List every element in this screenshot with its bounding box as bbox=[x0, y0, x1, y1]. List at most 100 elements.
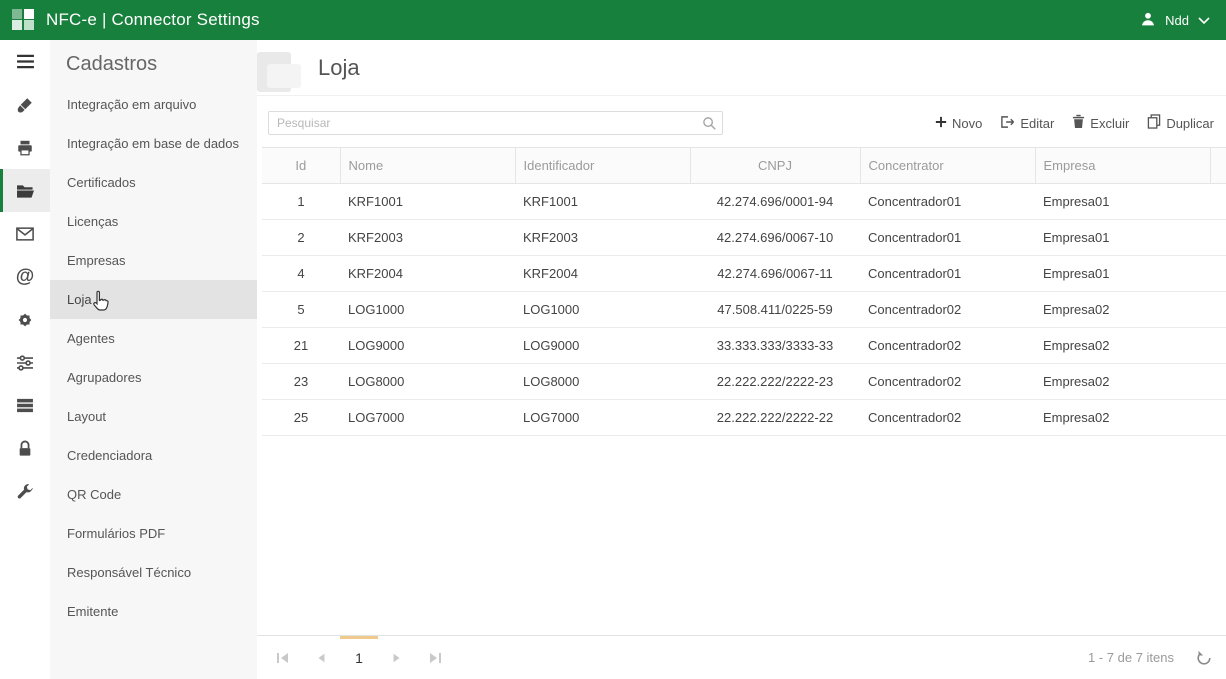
search-icon bbox=[702, 116, 717, 136]
app-title: NFC-e | Connector Settings bbox=[46, 10, 260, 30]
sidebar-item-integra-o-em-arquivo[interactable]: Integração em arquivo bbox=[50, 85, 257, 124]
cell-empresa: Empresa02 bbox=[1035, 400, 1210, 436]
sidebar-item-agrupadores[interactable]: Agrupadores bbox=[50, 358, 257, 397]
cell-id: 23 bbox=[262, 364, 340, 400]
table-row[interactable]: 4KRF2004KRF200442.274.696/0067-11Concent… bbox=[262, 256, 1226, 292]
first-page-icon bbox=[276, 652, 290, 664]
cell-identificador: LOG9000 bbox=[515, 328, 690, 364]
cell-empresa: Empresa02 bbox=[1035, 292, 1210, 328]
rail-item-at[interactable]: @ bbox=[0, 255, 50, 298]
last-page-button[interactable] bbox=[416, 636, 454, 679]
rail-item-printer[interactable] bbox=[0, 126, 50, 169]
duplicar-label: Duplicar bbox=[1166, 116, 1214, 131]
sidebar-item-agentes[interactable]: Agentes bbox=[50, 319, 257, 358]
sidebar-item-certificados[interactable]: Certificados bbox=[50, 163, 257, 202]
search-input[interactable] bbox=[268, 111, 723, 135]
actions-row: Novo Editar Excluir bbox=[268, 111, 1214, 135]
sidebar-item-integra-o-em-base-de-dados[interactable]: Integração em base de dados bbox=[50, 124, 257, 163]
sidebar-item-credenciadora[interactable]: Credenciadora bbox=[50, 436, 257, 475]
data-grid: IdNomeIdentificadorCNPJConcentratorEmpre… bbox=[262, 147, 1226, 436]
rail-item-gear[interactable] bbox=[0, 298, 50, 341]
rail-item-wrench[interactable] bbox=[0, 470, 50, 513]
cell-cnpj: 42.274.696/0067-10 bbox=[690, 220, 860, 256]
editar-label: Editar bbox=[1020, 116, 1054, 131]
at-sign-icon: @ bbox=[16, 267, 35, 286]
cell-identificador: LOG8000 bbox=[515, 364, 690, 400]
cell-nome: KRF2004 bbox=[340, 256, 515, 292]
grid-header-row: IdNomeIdentificadorCNPJConcentratorEmpre… bbox=[262, 148, 1226, 184]
rail-item-brush[interactable] bbox=[0, 83, 50, 126]
user-menu[interactable]: Ndd bbox=[1140, 11, 1210, 30]
cell-identificador: KRF2004 bbox=[515, 256, 690, 292]
sidebar-list: Integração em arquivoIntegração em base … bbox=[50, 85, 257, 631]
cell-filler bbox=[1210, 328, 1226, 364]
cell-nome: KRF2003 bbox=[340, 220, 515, 256]
table-row[interactable]: 21LOG9000LOG900033.333.333/3333-33Concen… bbox=[262, 328, 1226, 364]
cell-filler bbox=[1210, 400, 1226, 436]
cell-id: 21 bbox=[262, 328, 340, 364]
table-row[interactable]: 23LOG8000LOG800022.222.222/2222-23Concen… bbox=[262, 364, 1226, 400]
sidebar-item-formul-rios-pdf[interactable]: Formulários PDF bbox=[50, 514, 257, 553]
column-header-cnpj[interactable]: CNPJ bbox=[690, 148, 860, 184]
last-page-icon bbox=[428, 652, 442, 664]
table-row[interactable]: 1KRF1001KRF100142.274.696/0001-94Concent… bbox=[262, 184, 1226, 220]
envelope-icon bbox=[16, 227, 34, 241]
cell-cnpj: 42.274.696/0001-94 bbox=[690, 184, 860, 220]
rail-item-stack[interactable] bbox=[0, 384, 50, 427]
pager: 1 1 - 7 de 7 itens bbox=[257, 635, 1226, 679]
table-row[interactable]: 5LOG1000LOG100047.508.411/0225-59Concent… bbox=[262, 292, 1226, 328]
app-logo-icon[interactable] bbox=[12, 9, 35, 32]
refresh-button[interactable] bbox=[1196, 650, 1212, 666]
stack-icon bbox=[16, 398, 34, 413]
column-header-identificador[interactable]: Identificador bbox=[515, 148, 690, 184]
refresh-icon bbox=[1196, 650, 1212, 666]
rail-item-menu[interactable] bbox=[0, 40, 50, 83]
folder-open-icon bbox=[16, 183, 35, 199]
duplicar-button[interactable]: Duplicar bbox=[1147, 114, 1214, 132]
prev-page-button[interactable] bbox=[302, 636, 340, 679]
sidebar: Cadastros Integração em arquivoIntegraçã… bbox=[50, 40, 257, 679]
sidebar-item-loja[interactable]: Loja bbox=[50, 280, 257, 319]
cell-cnpj: 22.222.222/2222-23 bbox=[690, 364, 860, 400]
column-header-empresa[interactable]: Empresa bbox=[1035, 148, 1210, 184]
cell-concentrator: Concentrador01 bbox=[860, 220, 1035, 256]
editar-button[interactable]: Editar bbox=[1000, 115, 1054, 132]
cell-identificador: KRF1001 bbox=[515, 184, 690, 220]
column-header-concentrator[interactable]: Concentrator bbox=[860, 148, 1035, 184]
cell-concentrator: Concentrador02 bbox=[860, 328, 1035, 364]
wrench-icon bbox=[16, 483, 34, 501]
rail-item-envelope[interactable] bbox=[0, 212, 50, 255]
cell-id: 25 bbox=[262, 400, 340, 436]
novo-button[interactable]: Novo bbox=[935, 116, 982, 131]
cell-filler bbox=[1210, 256, 1226, 292]
table-row[interactable]: 2KRF2003KRF200342.274.696/0067-10Concent… bbox=[262, 220, 1226, 256]
sliders-icon bbox=[16, 355, 34, 371]
page-title: Loja bbox=[318, 55, 360, 81]
table-row[interactable]: 25LOG7000LOG700022.222.222/2222-22Concen… bbox=[262, 400, 1226, 436]
cell-concentrator: Concentrador02 bbox=[860, 400, 1035, 436]
gear-icon bbox=[16, 311, 34, 329]
page-number-button[interactable]: 1 bbox=[340, 636, 378, 679]
first-page-button[interactable] bbox=[264, 636, 302, 679]
rail-item-sliders[interactable] bbox=[0, 341, 50, 384]
rail-item-folder[interactable] bbox=[0, 169, 50, 212]
prev-page-icon bbox=[315, 652, 327, 664]
sidebar-item-empresas[interactable]: Empresas bbox=[50, 241, 257, 280]
sidebar-item-emitente[interactable]: Emitente bbox=[50, 592, 257, 631]
rail-item-lock[interactable] bbox=[0, 427, 50, 470]
main-content: Loja Novo Edi bbox=[257, 40, 1226, 679]
sidebar-item-respons-vel-t-cnico[interactable]: Responsável Técnico bbox=[50, 553, 257, 592]
cell-nome: LOG1000 bbox=[340, 292, 515, 328]
sidebar-item-licen-as[interactable]: Licenças bbox=[50, 202, 257, 241]
column-header-filler bbox=[1210, 148, 1226, 184]
cell-empresa: Empresa02 bbox=[1035, 364, 1210, 400]
cell-concentrator: Concentrador01 bbox=[860, 256, 1035, 292]
excluir-button[interactable]: Excluir bbox=[1072, 114, 1129, 132]
sidebar-item-qr-code[interactable]: QR Code bbox=[50, 475, 257, 514]
cell-filler bbox=[1210, 364, 1226, 400]
next-page-button[interactable] bbox=[378, 636, 416, 679]
topbar: NFC-e | Connector Settings Ndd bbox=[0, 0, 1226, 40]
sidebar-item-layout[interactable]: Layout bbox=[50, 397, 257, 436]
column-header-id[interactable]: Id bbox=[262, 148, 340, 184]
column-header-nome[interactable]: Nome bbox=[340, 148, 515, 184]
